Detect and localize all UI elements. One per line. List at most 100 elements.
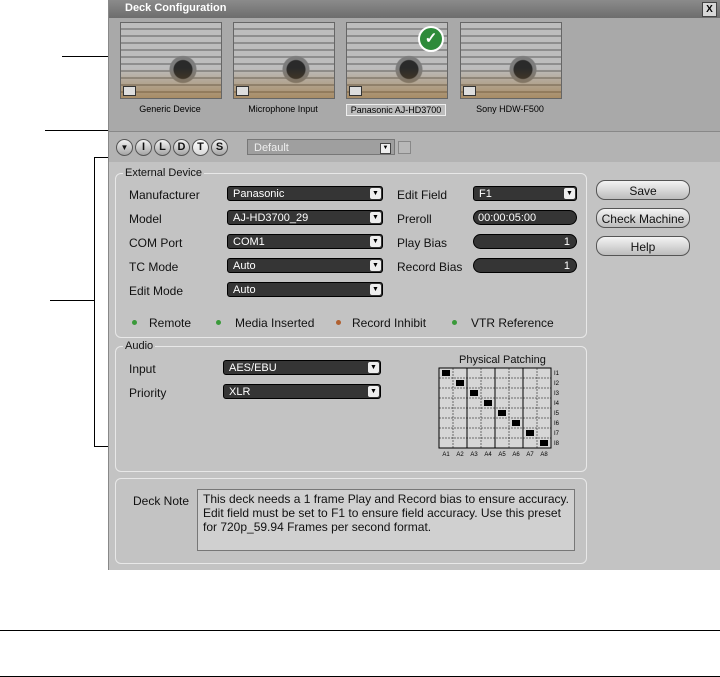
chevron-down-icon: ▼ [370,284,381,295]
edit-mode-label: Edit Mode [129,284,184,298]
input-dropdown[interactable]: AES/EBU ▼ [223,360,381,375]
patch-connection [442,370,450,376]
tc-mode-value: Auto [233,260,256,272]
model-label: Model [129,212,162,226]
save-preset-icon[interactable] [398,141,411,154]
patch-col-label: A1 [442,452,450,458]
deck-icon [349,86,362,96]
edit-field-value: F1 [479,188,492,200]
device-label: Generic Device [139,104,201,114]
help-button[interactable]: Help [596,236,690,256]
callout-line-settings [50,300,95,301]
edit-field-label: Edit Field [397,188,448,202]
edit-mode-value: Auto [233,284,256,296]
chevron-down-icon: ▼ [368,386,379,397]
device-label: Panasonic AJ-HD3700 [346,104,446,116]
callout-line-toolbar [45,130,108,131]
chevron-down-icon: ▼ [370,236,381,247]
edit-mode-dropdown[interactable]: Auto ▼ [227,282,383,297]
chevron-down-icon: ▼ [564,188,575,199]
chevron-down-icon: ▼ [370,260,381,271]
model-value: AJ-HD3700_29 [233,212,309,224]
preroll-field[interactable]: 00:00:05:00 [473,210,577,225]
deck-note-label: Deck Note [133,494,190,508]
patch-col-label: A6 [512,452,520,458]
device-sony[interactable]: Sony HDW-F500 [460,22,562,114]
patch-row-label: I4 [554,401,560,407]
patch-col-label: A4 [484,452,492,458]
device-label: Microphone Input [248,104,318,114]
chevron-down-icon: ▼ [370,212,381,223]
vtr-reference-indicator [452,320,457,325]
patch-col-label: A7 [526,452,534,458]
menu-button[interactable]: ▼ [116,139,133,156]
callout-bracket [94,157,95,446]
patch-col-label: A3 [470,452,478,458]
callout-line-devices [62,56,108,57]
device-strip: Generic Device Microphone Input ✓ Panaso… [109,18,720,131]
record-inhibit-indicator [336,320,341,325]
remote-indicator [132,320,137,325]
t-button[interactable]: T [192,139,209,156]
patch-row-label: I3 [554,391,560,397]
check-machine-button[interactable]: Check Machine [596,208,690,228]
remote-label: Remote [149,316,192,330]
device-thumbnail [233,22,335,99]
patch-row-label: I7 [554,431,560,437]
device-generic[interactable]: Generic Device [120,22,222,114]
media-inserted-indicator [216,320,221,325]
physical-patching-grid[interactable]: A1 A2 A3 A4 A5 A6 A7 A8 I1 I2 I3 I4 I5 I6 I7 I8 [437,366,567,462]
patch-connection [512,420,520,426]
record-bias-label: Record Bias [397,260,463,274]
record-inhibit-label: Record Inhibit [352,316,427,330]
device-thumbnail: ✓ [346,22,448,99]
manufacturer-dropdown[interactable]: Panasonic ▼ [227,186,383,201]
toolbar: ▼ I L D T S Default ▼ [109,131,720,162]
priority-value: XLR [229,386,251,398]
patch-col-label: A8 [540,452,548,458]
close-button[interactable]: X [702,2,717,17]
checkmark-icon: ✓ [418,26,444,52]
edit-field-dropdown[interactable]: F1 ▼ [473,186,577,201]
preroll-label: Preroll [397,212,432,226]
s-button[interactable]: S [211,139,228,156]
manufacturer-value: Panasonic [233,188,285,200]
tc-mode-dropdown[interactable]: Auto ▼ [227,258,383,273]
patch-row-label: I6 [554,421,560,427]
callout-bracket-top [94,157,108,158]
i-button[interactable]: I [135,139,152,156]
patch-row-label: I8 [554,441,560,447]
device-label: Sony HDW-F500 [476,104,544,114]
manufacturer-label: Manufacturer [129,188,200,202]
vtr-reference-label: VTR Reference [471,316,554,330]
device-panasonic[interactable]: ✓ Panasonic AJ-HD3700 [346,22,448,116]
window-title: Deck Configuration [125,2,227,14]
patch-col-label: A2 [456,452,464,458]
patch-row-label: I5 [554,411,560,417]
record-bias-field[interactable]: 1 [473,258,577,273]
save-button[interactable]: Save [596,180,690,200]
chevron-down-icon: ▼ [368,362,379,373]
title-bar: Deck Configuration X [109,0,720,18]
deck-icon [463,86,476,96]
patch-connection [498,410,506,416]
play-bias-label: Play Bias [397,236,448,250]
l-button[interactable]: L [154,139,171,156]
com-port-dropdown[interactable]: COM1 ▼ [227,234,383,249]
com-port-value: COM1 [233,236,265,248]
patch-row-label: I2 [554,381,560,387]
patch-connection [470,390,478,396]
page-rule-1 [0,630,720,631]
d-button[interactable]: D [173,139,190,156]
play-bias-field[interactable]: 1 [473,234,577,249]
media-inserted-label: Media Inserted [235,316,315,330]
input-label: Input [129,362,156,376]
priority-dropdown[interactable]: XLR ▼ [223,384,381,399]
device-microphone[interactable]: Microphone Input [233,22,335,114]
patch-connection [484,400,492,406]
model-dropdown[interactable]: AJ-HD3700_29 ▼ [227,210,383,225]
physical-patching-title: Physical Patching [459,354,546,366]
preset-dropdown[interactable]: Default ▼ [247,139,395,155]
deck-note-text[interactable]: This deck needs a 1 frame Play and Recor… [197,489,575,551]
callout-bracket-bottom [94,446,108,447]
